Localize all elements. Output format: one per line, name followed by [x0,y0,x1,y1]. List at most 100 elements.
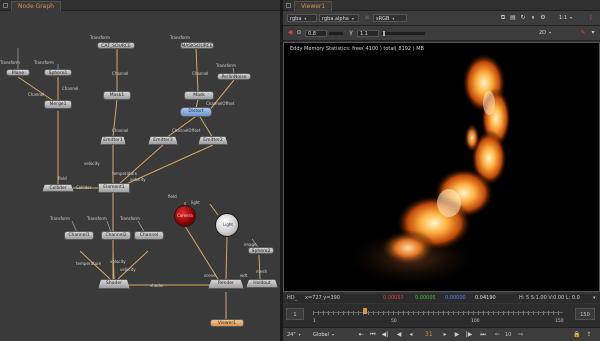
node-shader[interactable]: Shader [98,279,130,289]
input-label-light: light [191,200,200,205]
red-value: 0.00057 [383,295,404,301]
node-holdout[interactable]: Holdout [246,279,278,288]
next-frame-icon[interactable]: ▸ [441,330,449,339]
record-icon[interactable]: ◀ [286,29,294,37]
chevron-down-icon: ▾ [570,15,573,20]
compare-icon[interactable]: ⧉ [499,14,507,22]
lock-icon[interactable]: 🔒 [573,330,581,339]
alpha-channel-select[interactable]: rgba.alpha ▾ [319,14,359,22]
node-emitter3[interactable]: Emitter3 [148,136,178,145]
prev-key-icon[interactable]: ◀| [381,330,389,339]
overlay-icon[interactable]: ▤ [509,14,517,22]
fire-render [342,53,511,288]
lut-toggle-icon[interactable]: ≡ [363,14,371,22]
input-label-scene: scene [204,273,216,278]
render-frame: Eddy Memory Statistics: free( 4100 ) tot… [283,42,600,292]
camera-label: Camera [177,213,193,218]
node-graph-canvas[interactable]: Plane Sphere1 Merge1 CAT_SOURCE Mask1 MA… [0,11,280,341]
gamma-slider[interactable] [381,31,425,36]
node-cat-source[interactable]: CAT_SOURCE [97,42,135,49]
tick-label: 100 [471,319,480,324]
node-channel1[interactable]: Channel1 [64,231,94,240]
zoom-ratio-select[interactable]: 1:1 ▾ [557,14,579,22]
gamma-slider-handle[interactable] [383,31,385,36]
node-sphere2[interactable]: Sphere2 [248,247,274,254]
channels-select[interactable]: rgba ▾ [287,14,317,22]
play-forward-icon[interactable]: ▶ [453,330,461,339]
refresh-icon[interactable]: ↻ [519,14,527,22]
node-distort[interactable]: Distort [180,107,212,117]
last-frame-icon[interactable]: ⏭ [479,330,487,339]
gain-field[interactable]: 0.8 [305,30,327,37]
input-label-wdt: wdt [240,273,248,278]
range-mode-select[interactable]: Global ▾ [311,331,341,339]
info-menu-icon[interactable]: ▾ [593,294,596,303]
tab-viewer1[interactable]: Viewer1 [294,1,333,11]
node-plane[interactable]: Plane [6,69,30,76]
blue-value: 0.00000 [445,295,466,301]
timeline-end-field[interactable]: 150 [575,308,595,320]
node-perlin-noise[interactable]: PerlinNoise [217,73,251,80]
input-label-transform: Transform [216,63,236,68]
input-label-channel-offset: ChannelOffset [172,128,201,133]
green-value: 0.00005 [415,295,436,301]
view-mode-select[interactable]: 2D ▾ [537,29,561,37]
panel-menu-icon[interactable] [3,3,8,8]
node-channel2[interactable]: Channel2 [101,231,131,240]
fps-select[interactable]: 24" ▾ [285,331,307,339]
options-icon[interactable]: ▾ [589,29,597,37]
view-mode-value: 2D [539,30,547,36]
gamma-icon[interactable]: γ [347,29,355,37]
node-emitter2[interactable]: Emitter2 [198,136,228,145]
node-emitter1[interactable]: Emitter1 [100,136,126,145]
frame-range-icon[interactable]: ⇤ [357,330,365,339]
input-label-shader: shader [150,283,164,288]
play-backward-icon[interactable]: ◀ [395,330,403,339]
flame-bottom [380,230,436,266]
tab-node-graph[interactable]: Node Graph [11,1,61,11]
tick-label: 150 [555,319,564,324]
node-channel[interactable]: Channel [134,231,164,240]
tick-label: 1 [313,319,316,324]
node-render[interactable]: Render [208,279,244,289]
wire [199,116,214,139]
export-icon[interactable]: ⇪ [585,330,593,339]
gain-slider[interactable] [329,32,343,35]
chevron-down-icon: ▾ [549,30,552,35]
settings-icon[interactable]: ⚙ [539,14,547,22]
gain-icon[interactable]: ⊙ [295,29,303,37]
pin-icon[interactable]: ✎ [579,29,587,37]
viewer-toolbar-bottom: ◀ ⊙ 0.8 γ 1.1 2D ▾ ✎ ▾ [283,26,600,41]
wire [225,236,228,280]
flame-core [437,189,461,217]
panel-options-icon[interactable]: ⋮ [587,14,595,22]
timeline[interactable]: 1 1 50 100 150 150 [283,304,600,327]
colorspace-select[interactable]: sRGB ▾ [373,14,407,22]
pause-icon[interactable]: ⏸ [529,14,537,22]
prev-frame-icon[interactable]: ◂ [407,330,415,339]
timeline-start-field[interactable]: 1 [286,308,304,320]
node-mask2[interactable]: Mask [184,91,214,100]
node-merge1[interactable]: Merge1 [44,100,72,109]
node-collider[interactable]: Collider [42,184,74,192]
step-back-icon[interactable]: ⇦ [493,330,501,339]
panel-menu-icon[interactable] [286,3,291,8]
step-forward-icon[interactable]: ⇨ [517,330,525,339]
input-label-transform: Transform [170,35,190,40]
current-frame-field[interactable]: 31 [425,330,433,340]
viewer-canvas[interactable]: Eddy Memory Statistics: free( 4100 ) tot… [283,42,600,292]
next-key-icon[interactable]: |▶ [465,330,473,339]
node-viewer1[interactable]: Viewer1 [210,319,244,327]
input-label-channel: Channel [62,86,79,91]
node-mask1[interactable]: Mask1 [103,91,131,100]
input-label-mesh: mesh [256,269,267,274]
step-count[interactable]: 10 [505,330,511,340]
node-sphere1[interactable]: Sphere1 [44,69,72,76]
first-frame-icon[interactable]: ⏮ [369,330,377,339]
timeline-playhead[interactable] [363,308,367,314]
alpha-channel-value: rgba.alpha [322,16,349,22]
gamma-field[interactable]: 1.1 [357,30,379,37]
node-element1[interactable]: Element1 [98,183,130,193]
node-mask-source[interactable]: MASKSOURCE [180,42,214,49]
input-label-transform: Transform [50,216,70,221]
